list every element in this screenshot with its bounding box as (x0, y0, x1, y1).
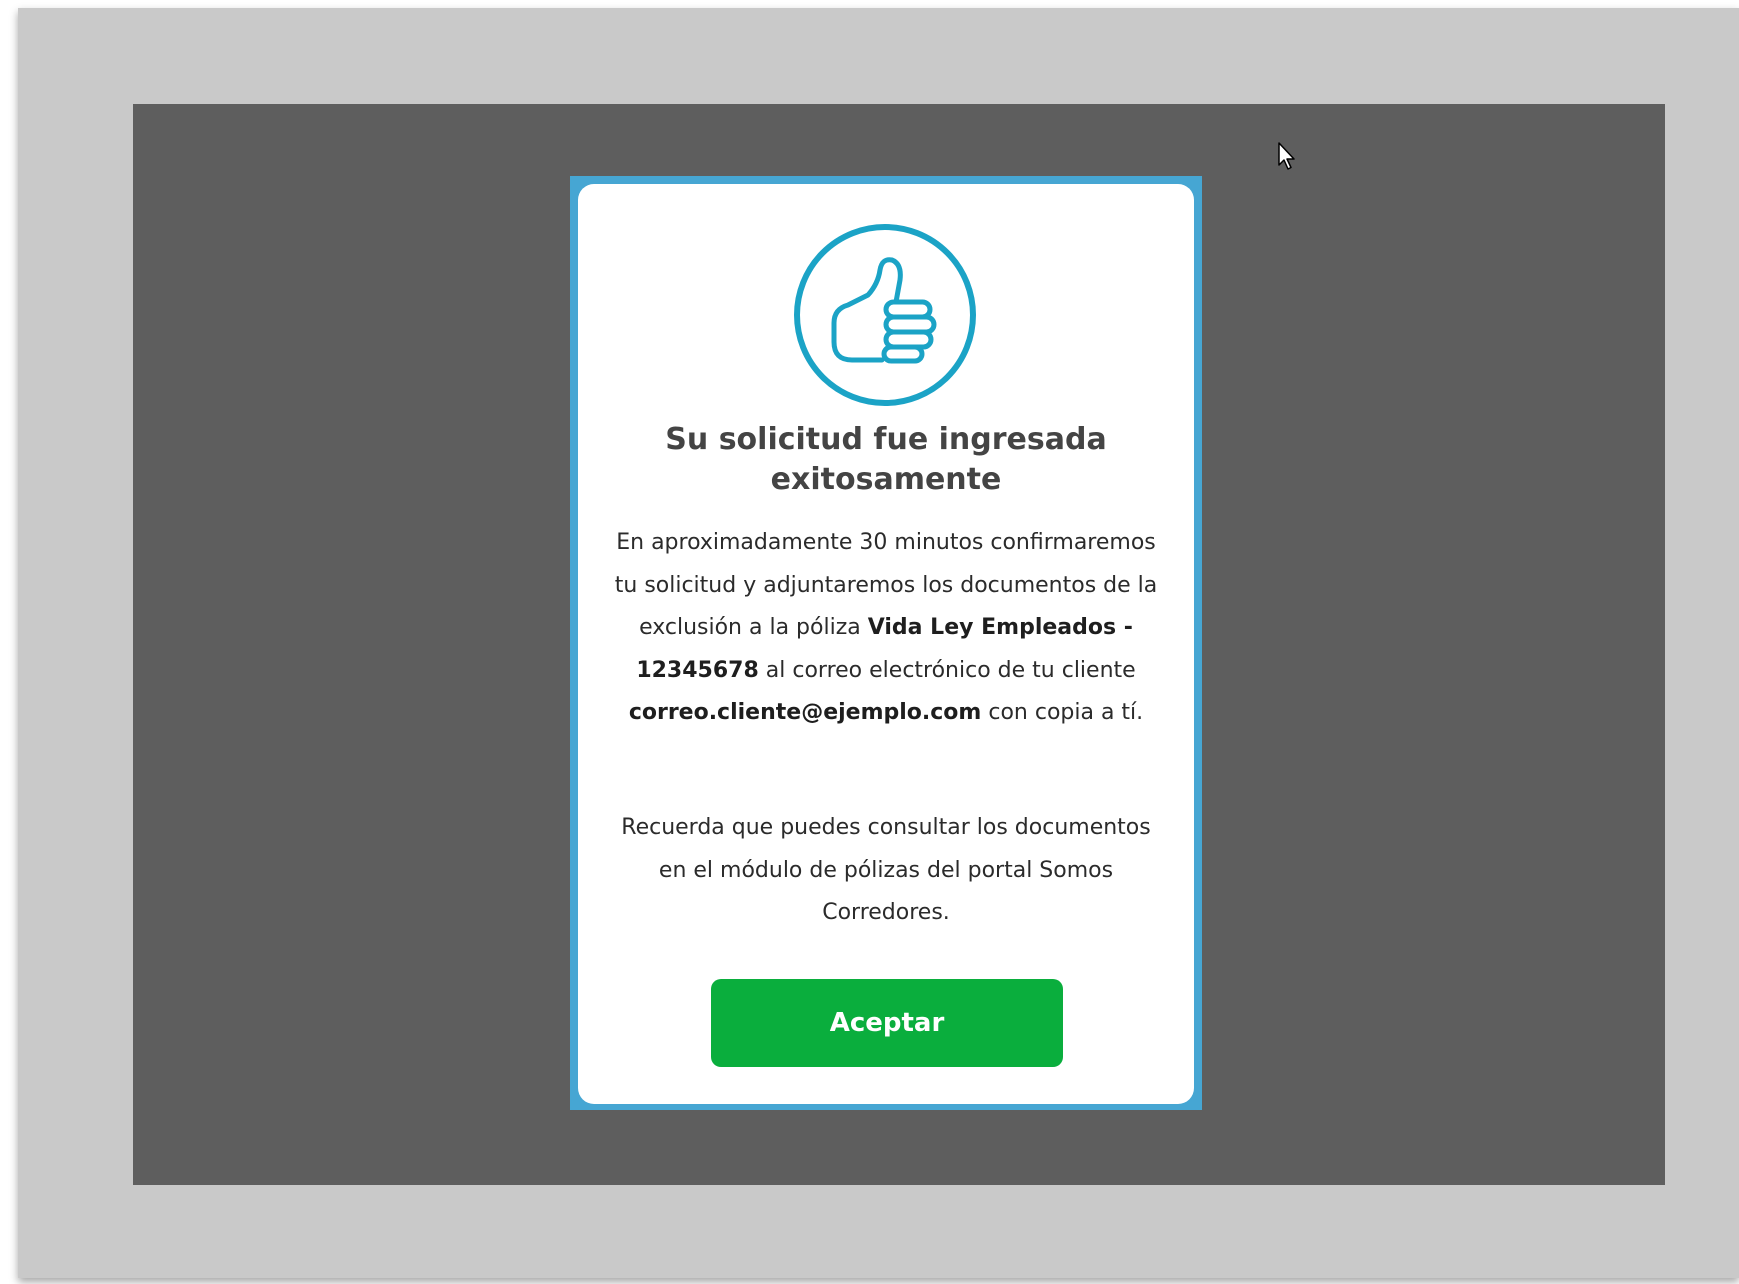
success-dialog: Su solicitud fue ingresada exitosamente … (578, 184, 1194, 1104)
dialog-reminder: Recuerda que puedes consultar los docume… (621, 815, 1151, 925)
mouse-cursor-icon (1277, 141, 1299, 173)
message-text: al correo electrónico de tu cliente (765, 657, 1136, 683)
accept-button[interactable]: Aceptar (711, 979, 1063, 1067)
dialog-message: En aproximadamente 30 minutos confirmare… (602, 522, 1170, 735)
client-email: correo.cliente@ejemplo.com (628, 700, 982, 725)
dialog-title: Su solicitud fue ingresada exitosamente (665, 422, 1107, 497)
message-text: con copia a tí. (988, 700, 1144, 725)
thumbs-up-icon (792, 222, 978, 408)
